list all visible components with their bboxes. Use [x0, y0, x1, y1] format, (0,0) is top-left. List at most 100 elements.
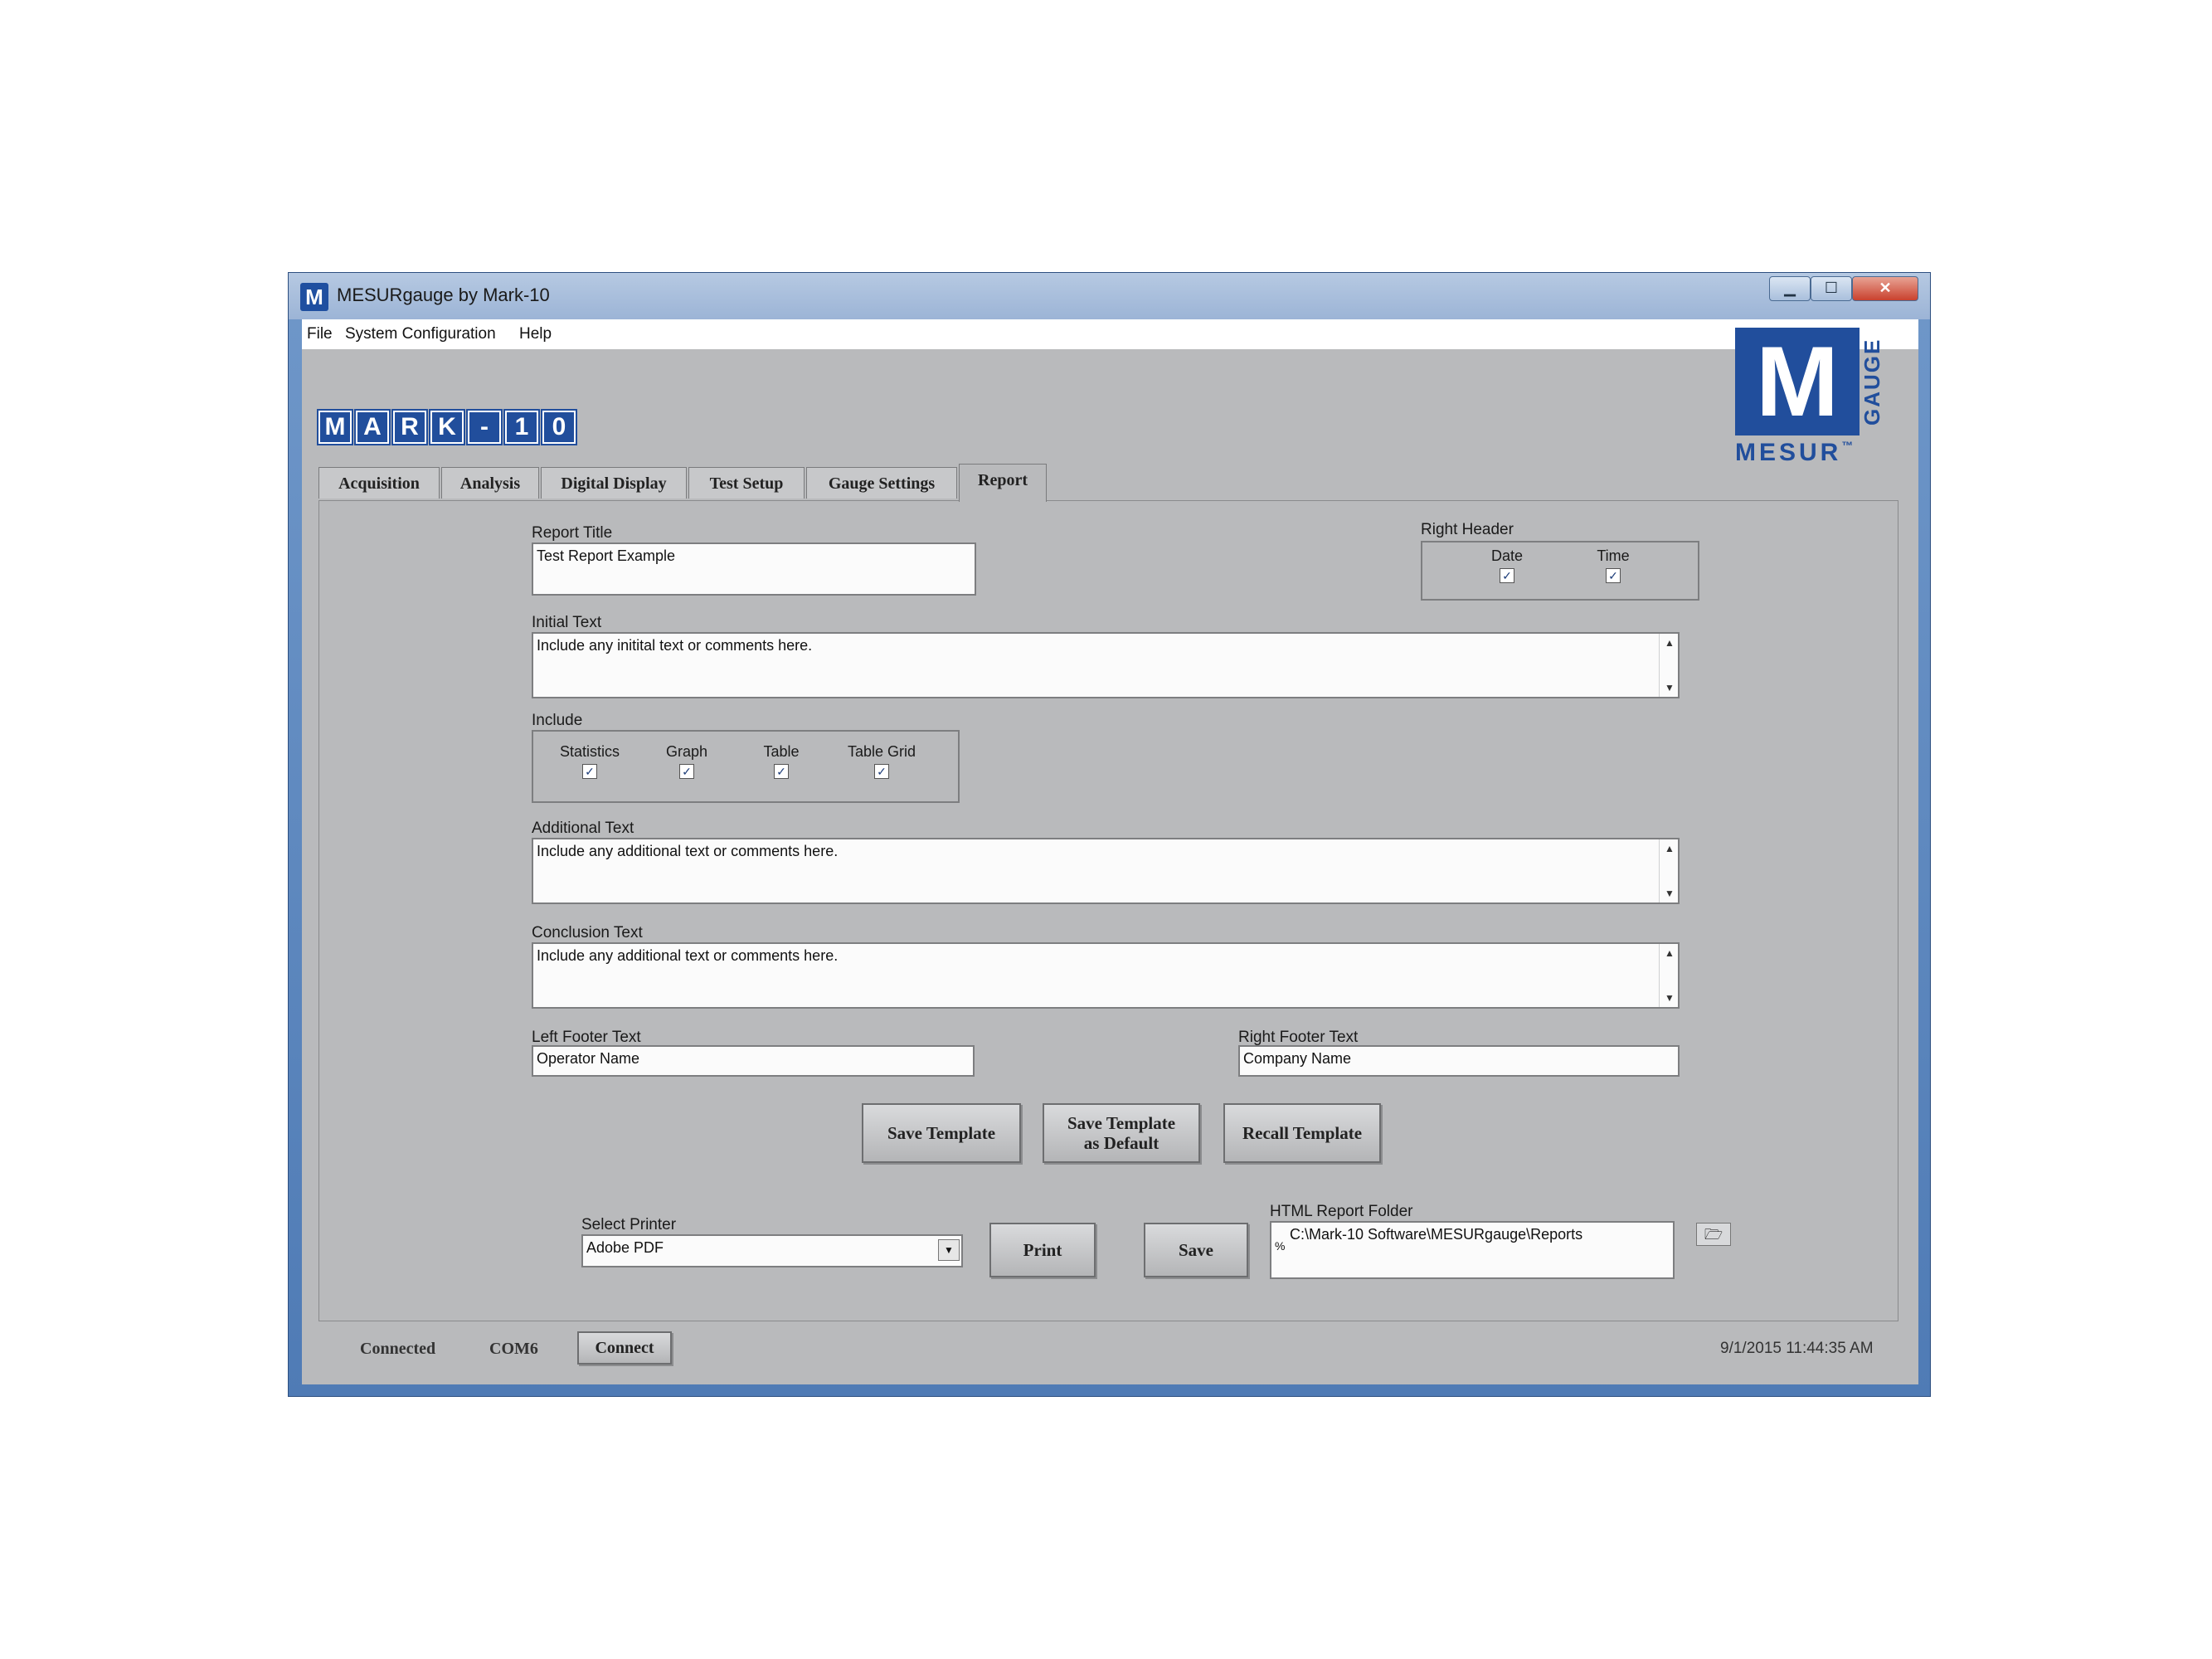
menu-help[interactable]: Help: [519, 325, 552, 343]
table-checkbox-item[interactable]: Table ✓: [752, 743, 810, 779]
trademark-symbol: ™: [1841, 439, 1857, 452]
mark10-logo: M A R K - 1 0: [317, 409, 577, 445]
scroll-down-icon[interactable]: ▼: [1665, 682, 1675, 693]
connection-status: Connected: [360, 1340, 436, 1358]
connect-button[interactable]: Connect: [577, 1331, 672, 1365]
app-icon: M: [300, 283, 328, 311]
save-button[interactable]: Save: [1144, 1223, 1248, 1277]
additional-text-area[interactable]: Include any additional text or comments …: [532, 838, 1680, 904]
initial-text-scrollbar[interactable]: ▲ ▼: [1659, 634, 1678, 697]
save-template-default-line2: as Default: [1083, 1133, 1159, 1153]
printer-select[interactable]: Adobe PDF ▼: [581, 1234, 963, 1267]
include-group: Statistics ✓ Graph ✓ Table ✓ Table Grid …: [532, 730, 960, 803]
print-button[interactable]: Print: [989, 1223, 1096, 1277]
report-title-input[interactable]: Test Report Example: [532, 542, 976, 596]
recall-template-button[interactable]: Recall Template: [1223, 1103, 1381, 1163]
tab-digital-display[interactable]: Digital Display: [541, 467, 687, 499]
status-bar: Connected COM6 Connect 9/1/2015 11:44:35…: [318, 1330, 1898, 1368]
minimize-button[interactable]: ▁: [1769, 276, 1811, 301]
logo-letter: M: [317, 409, 353, 445]
tab-report[interactable]: Report: [959, 464, 1047, 502]
select-printer-label: Select Printer: [581, 1216, 677, 1233]
date-checkbox[interactable]: ✓: [1500, 568, 1514, 583]
conclusion-text-area[interactable]: Include any additional text or comments …: [532, 942, 1680, 1009]
logo-letter: R: [391, 409, 428, 445]
table-label: Table: [763, 743, 800, 760]
left-footer-input[interactable]: Operator Name: [532, 1045, 975, 1077]
date-checkbox-item[interactable]: Date ✓: [1482, 547, 1532, 583]
conclusion-text-label: Conclusion Text: [532, 924, 643, 941]
report-panel: Report Title Test Report Example Right H…: [318, 500, 1898, 1321]
logo-letter: A: [354, 409, 391, 445]
initial-text-value: Include any initital text or comments he…: [537, 637, 813, 654]
tab-acquisition[interactable]: Acquisition: [318, 467, 440, 499]
menu-file[interactable]: File: [307, 325, 333, 343]
mesur-word-text: MESUR: [1735, 439, 1842, 466]
title-bar[interactable]: M MESURgauge by Mark-10 ▁ ☐ ✕: [289, 273, 1930, 319]
initial-text-area[interactable]: Include any initital text or comments he…: [532, 632, 1680, 698]
mesur-logo-letter: M: [1735, 328, 1860, 435]
scroll-down-icon[interactable]: ▼: [1665, 888, 1675, 899]
html-report-folder-label: HTML Report Folder: [1270, 1203, 1413, 1220]
save-template-default-button[interactable]: Save Template as Default: [1043, 1103, 1200, 1163]
tab-gauge-settings[interactable]: Gauge Settings: [806, 467, 957, 499]
dropdown-arrow-icon[interactable]: ▼: [938, 1239, 960, 1261]
menu-bar: File System Configuration Help: [302, 319, 1918, 349]
logo-letter: 0: [541, 409, 577, 445]
scroll-up-icon[interactable]: ▲: [1665, 947, 1675, 959]
scroll-up-icon[interactable]: ▲: [1665, 843, 1675, 854]
table-grid-label: Table Grid: [847, 743, 916, 760]
date-label: Date: [1490, 547, 1524, 564]
additional-text-value: Include any additional text or comments …: [537, 843, 839, 859]
scroll-down-icon[interactable]: ▼: [1665, 992, 1675, 1004]
port-status: COM6: [489, 1340, 538, 1358]
scroll-up-icon[interactable]: ▲: [1665, 637, 1675, 649]
save-template-default-line1: Save Template: [1067, 1113, 1176, 1133]
additional-text-label: Additional Text: [532, 820, 634, 837]
browse-folder-icon[interactable]: 🗁: [1696, 1223, 1731, 1246]
graph-label: Graph: [665, 743, 708, 760]
left-footer-label: Left Footer Text: [532, 1029, 641, 1046]
right-header-label: Right Header: [1421, 521, 1514, 538]
mesurgauge-logo: M GAUGE MESUR™: [1735, 328, 1884, 469]
conclusion-text-value: Include any additional text or comments …: [537, 947, 839, 964]
table-checkbox[interactable]: ✓: [774, 764, 789, 779]
graph-checkbox[interactable]: ✓: [679, 764, 694, 779]
logo-letter: 1: [503, 409, 540, 445]
maximize-button[interactable]: ☐: [1811, 276, 1852, 301]
tab-analysis[interactable]: Analysis: [441, 467, 539, 499]
statistics-label: Statistics: [559, 743, 620, 760]
tab-test-setup[interactable]: Test Setup: [688, 467, 805, 499]
right-footer-label: Right Footer Text: [1238, 1029, 1359, 1046]
logo-letter: -: [466, 409, 503, 445]
printer-value: Adobe PDF: [586, 1239, 664, 1256]
initial-text-label: Initial Text: [532, 614, 602, 631]
report-title-label: Report Title: [532, 524, 613, 542]
window-title: MESURgauge by Mark-10: [337, 285, 550, 305]
include-label: Include: [532, 712, 583, 729]
table-grid-checkbox-item[interactable]: Table Grid ✓: [840, 743, 923, 779]
html-report-folder-input[interactable]: % C:\Mark-10 Software\MESURgauge\Reports: [1270, 1221, 1675, 1279]
app-window: M MESURgauge by Mark-10 ▁ ☐ ✕ File Syste…: [288, 272, 1931, 1397]
path-prefix-icon: %: [1275, 1239, 1286, 1253]
close-button[interactable]: ✕: [1852, 276, 1918, 301]
statistics-checkbox[interactable]: ✓: [582, 764, 597, 779]
time-label: Time: [1597, 547, 1630, 564]
time-checkbox[interactable]: ✓: [1606, 568, 1621, 583]
mesur-logo-gauge: GAUGE: [1860, 338, 1884, 426]
time-checkbox-item[interactable]: Time ✓: [1588, 547, 1638, 583]
statistics-checkbox-item[interactable]: Statistics ✓: [555, 743, 625, 779]
table-grid-checkbox[interactable]: ✓: [874, 764, 889, 779]
graph-checkbox-item[interactable]: Graph ✓: [658, 743, 716, 779]
status-datetime: 9/1/2015 11:44:35 AM: [1720, 1340, 1874, 1357]
logo-letter: K: [429, 409, 465, 445]
conclusion-text-scrollbar[interactable]: ▲ ▼: [1659, 944, 1678, 1007]
mesur-logo-word: MESUR™: [1735, 439, 1856, 467]
save-template-button[interactable]: Save Template: [862, 1103, 1021, 1163]
right-header-group: Date ✓ Time ✓: [1421, 541, 1699, 601]
html-report-folder-value: C:\Mark-10 Software\MESURgauge\Reports: [1290, 1226, 1583, 1243]
right-footer-input[interactable]: Company Name: [1238, 1045, 1680, 1077]
client-area: File System Configuration Help M A R K -…: [302, 319, 1918, 1384]
menu-system-configuration[interactable]: System Configuration: [345, 325, 496, 343]
additional-text-scrollbar[interactable]: ▲ ▼: [1659, 839, 1678, 902]
